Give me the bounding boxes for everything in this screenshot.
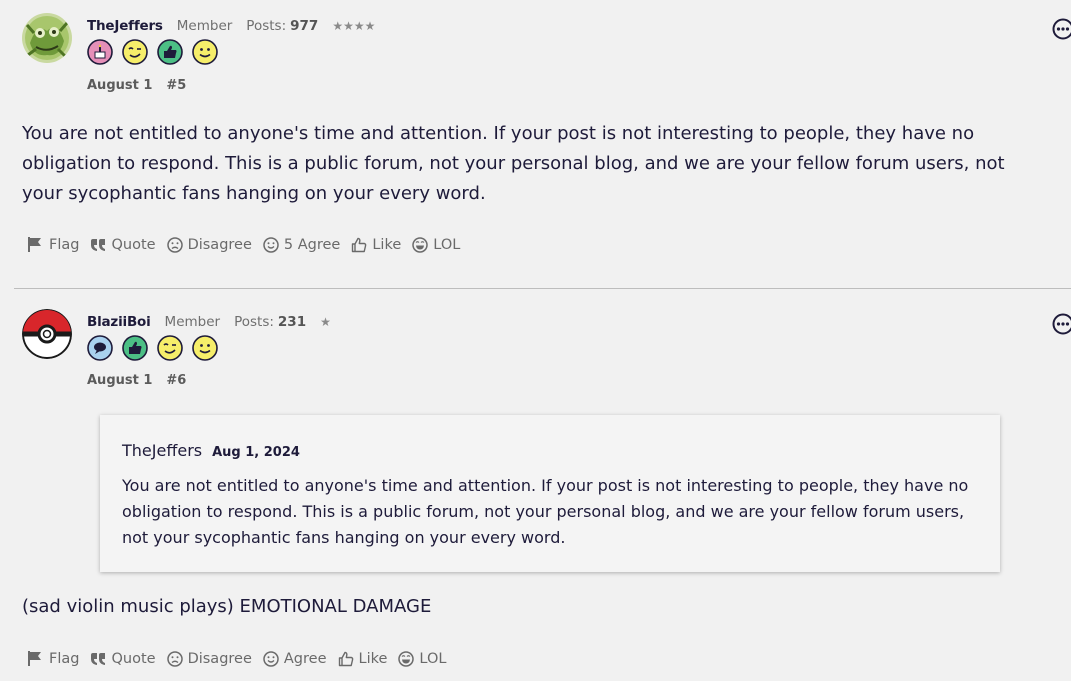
quote-author[interactable]: TheJeffers [122,441,202,460]
cake-badge-icon[interactable] [87,39,113,65]
pokeball-avatar-icon [22,309,72,359]
smile-icon [263,236,279,253]
flag-button[interactable]: Flag [27,236,79,253]
agree-label: 5 Agree [283,236,341,253]
quote-button[interactable]: Quote [90,650,156,667]
frown-icon [166,236,183,253]
disagree-label: Disagree [187,650,252,667]
flag-label: Flag [49,650,80,667]
post-date[interactable]: August 1 [87,78,152,93]
post-divider [14,288,1071,289]
post-body: (sad violin music plays) EMOTIONAL DAMAG… [22,596,432,617]
user-meta: BlaziiBoi Member Posts: 231 ★ [87,314,331,330]
badge-row [87,39,218,65]
quote-icon [91,652,106,665]
flag-label: Flag [49,236,80,253]
rank-stars: ★ [320,315,331,329]
disagree-label: Disagree [187,236,252,253]
wink-badge-icon[interactable] [157,335,183,361]
thumbs-up-icon [352,237,367,252]
post-dateline: August 1 #5 [87,78,186,93]
post-date[interactable]: August 1 [87,373,152,388]
rank-stars: ★★★★ [332,19,376,33]
like-label: Like [372,236,402,253]
quote-label: Quote [111,236,156,253]
quote-button[interactable]: Quote [90,236,156,253]
post-number[interactable]: #6 [166,373,186,388]
smile-badge-icon[interactable] [192,39,218,65]
like-button[interactable]: Like [351,237,401,253]
agree-button[interactable]: Agree [263,651,327,667]
speech-bubble-badge-icon[interactable] [87,335,113,361]
frog-avatar-icon [22,13,72,63]
smile-icon [263,650,279,667]
quote-text: You are not entitled to anyone's time an… [122,476,969,547]
laugh-icon [398,650,415,667]
avatar-thejeffers[interactable] [22,13,72,63]
lol-label: LOL [419,650,447,667]
like-label: Like [358,650,388,667]
thumbs-up-badge-icon[interactable] [157,39,183,65]
flag-icon [28,651,41,666]
post-actions: Flag Quote Disagree Agree Like LOL [27,650,457,667]
posts-label: Posts: [246,18,287,34]
like-button[interactable]: Like [338,650,388,667]
thumbs-up-icon [338,651,353,666]
post-number[interactable]: #5 [166,78,186,93]
frown-icon [166,650,183,667]
lol-label: LOL [433,236,461,253]
laugh-icon [412,236,429,253]
lol-button[interactable]: LOL [398,651,446,667]
agree-label: Agree [283,650,327,667]
more-options-icon[interactable] [1052,18,1071,40]
thumbs-up-badge-icon[interactable] [122,335,148,361]
badge-row [87,335,218,361]
post-actions: Flag Quote Disagree 5 Agree Like LOL [27,236,471,253]
user-role: Member [164,314,221,330]
flag-icon [28,237,41,252]
quote-label: Quote [111,650,156,667]
posts-count: 977 [290,18,319,34]
user-meta: TheJeffers Member Posts: 977 ★★★★ [87,18,375,34]
disagree-button[interactable]: Disagree [166,236,252,253]
username[interactable]: BlaziiBoi [87,314,151,330]
username[interactable]: TheJeffers [87,18,163,34]
smile-badge-icon[interactable] [192,335,218,361]
wink-badge-icon[interactable] [122,39,148,65]
post-body: You are not entitled to anyone's time an… [22,123,1005,204]
avatar-blaziiboi[interactable] [22,309,72,359]
lol-button[interactable]: LOL [412,237,460,253]
quote-icon [91,238,106,251]
posts-label: Posts: [234,314,274,330]
quoted-post: TheJeffers Aug 1, 2024 You are not entit… [100,415,1000,572]
more-options-icon[interactable] [1052,313,1071,335]
quote-header: TheJeffers Aug 1, 2024 [122,441,300,460]
posts-count: 231 [277,314,307,330]
agree-button[interactable]: 5 Agree [263,237,340,253]
flag-button[interactable]: Flag [27,650,79,667]
disagree-button[interactable]: Disagree [166,650,252,667]
user-role: Member [176,18,233,34]
post-dateline: August 1 #6 [87,373,186,388]
quote-date[interactable]: Aug 1, 2024 [212,445,300,460]
